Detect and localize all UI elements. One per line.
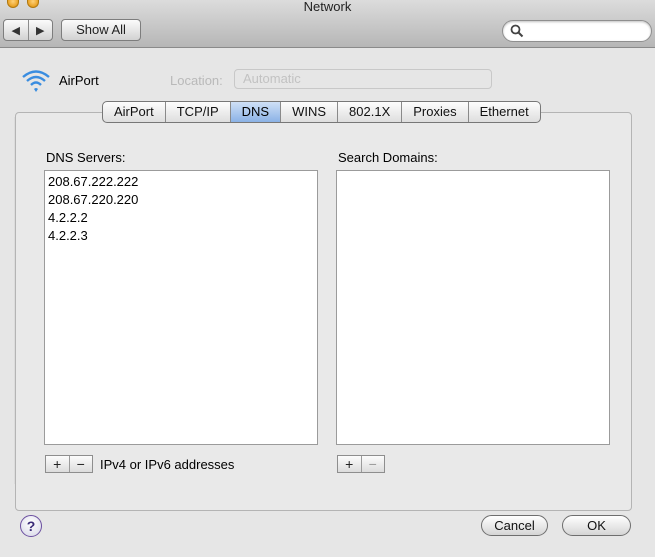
back-arrow-icon: ◀ [11, 24, 20, 37]
back-button[interactable]: ◀ [4, 20, 28, 40]
search-input[interactable] [527, 23, 645, 39]
back-forward-group: ◀ ▶ [3, 19, 53, 41]
tab-bar: AirPort TCP/IP DNS WINS 802.1X Proxies E… [102, 101, 541, 123]
tab-proxies[interactable]: Proxies [401, 102, 467, 122]
search-domains-label: Search Domains: [338, 150, 438, 165]
tab-wins[interactable]: WINS [280, 102, 337, 122]
dns-add-remove-group: + − [45, 455, 93, 473]
dns-server-item[interactable]: 208.67.222.222 [45, 173, 317, 191]
tab-tcp-ip[interactable]: TCP/IP [164, 102, 230, 122]
airport-wifi-icon [22, 70, 50, 92]
window-title: Network [303, 0, 352, 14]
dns-server-item[interactable]: 4.2.2.3 [45, 227, 317, 245]
forward-button[interactable]: ▶ [27, 20, 53, 40]
location-select: Automatic [234, 69, 492, 89]
tab-ethernet[interactable]: Ethernet [467, 102, 540, 122]
title-bar: Network ◀ ▶ Show All [0, 0, 655, 48]
dns-server-item[interactable]: 208.67.220.220 [45, 191, 317, 209]
help-button[interactable]: ? [20, 515, 42, 537]
search-field[interactable] [502, 20, 652, 42]
forward-arrow-icon: ▶ [36, 24, 45, 37]
dns-server-item[interactable]: 4.2.2.2 [45, 209, 317, 227]
tab-airport[interactable]: AirPort [103, 102, 165, 122]
domains-add-remove-group: + − [337, 455, 385, 473]
show-all-button[interactable]: Show All [61, 19, 141, 41]
add-search-domain-button[interactable]: + [338, 456, 361, 472]
search-icon [510, 24, 524, 38]
tab-802-1x[interactable]: 802.1X [337, 102, 401, 122]
dns-hint-text: IPv4 or IPv6 addresses [100, 457, 235, 472]
ok-button[interactable]: OK [562, 515, 631, 536]
dns-servers-label: DNS Servers: [46, 150, 126, 165]
service-name: AirPort [59, 73, 99, 88]
dns-servers-list[interactable]: 208.67.222.222 208.67.220.220 4.2.2.2 4.… [44, 170, 318, 445]
tab-dns[interactable]: DNS [229, 102, 281, 122]
add-dns-server-button[interactable]: + [46, 456, 69, 472]
search-domains-list[interactable] [336, 170, 610, 445]
location-label: Location: [170, 73, 223, 88]
cancel-button[interactable]: Cancel [481, 515, 548, 536]
remove-search-domain-button[interactable]: − [360, 456, 385, 472]
remove-dns-server-button[interactable]: − [68, 456, 93, 472]
